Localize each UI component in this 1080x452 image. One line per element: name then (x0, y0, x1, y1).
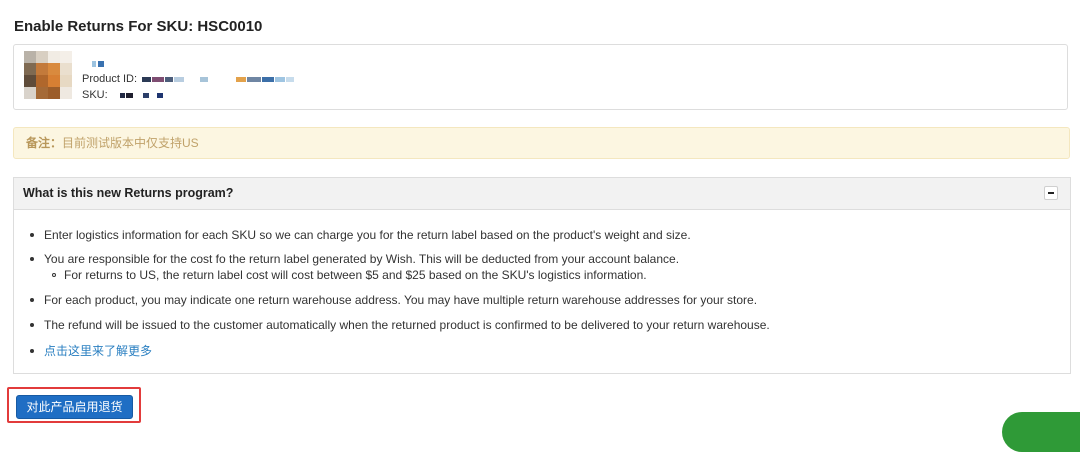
sku-label: SKU: (82, 89, 108, 101)
bullet-icon (30, 348, 34, 353)
collapse-button[interactable] (1044, 186, 1058, 200)
list-item: The refund will be issued to the custome… (30, 318, 770, 332)
list-item-text: You are responsible for the cost fo the … (44, 252, 680, 266)
product-name-redacted (92, 55, 212, 67)
product-id-redacted (142, 73, 295, 85)
product-id-label: Product ID: (82, 73, 138, 85)
note-banner: 备注：目前测试版本中仅支持US (13, 127, 1070, 159)
panel-header: What is this new Returns program? (14, 178, 1070, 210)
returns-program-panel: What is this new Returns program? Enter … (13, 177, 1071, 374)
learn-more-link[interactable]: 点击这里来了解更多 (44, 344, 152, 358)
list-item: You are responsible for the cost fo the … (30, 252, 679, 266)
note-label: 备注： (26, 136, 63, 150)
bullet-icon (30, 256, 34, 261)
list-item: For each product, you may indicate one r… (30, 293, 757, 307)
panel-title: What is this new Returns program? (23, 186, 234, 200)
list-item: Enter logistics information for each SKU… (30, 228, 691, 242)
page-title: Enable Returns For SKU: HSC0010 (14, 18, 263, 35)
list-item-text: For each product, you may indicate one r… (44, 293, 758, 307)
bullet-icon (30, 322, 34, 327)
list-item: 点击这里来了解更多 (30, 342, 152, 359)
product-thumbnail (24, 51, 72, 99)
minus-icon (1048, 192, 1054, 194)
list-item-text: Enter logistics information for each SKU… (44, 228, 691, 242)
circle-bullet-icon (52, 272, 56, 277)
enable-returns-button[interactable]: 对此产品启用退货 (16, 395, 133, 419)
sub-list-item-text: For returns to US, the return label cost… (64, 268, 647, 282)
product-id-row: Product ID: (82, 73, 295, 85)
list-item-text: The refund will be issued to the custome… (44, 318, 770, 332)
bullet-icon (30, 297, 34, 302)
sub-list-item: For returns to US, the return label cost… (52, 268, 647, 282)
note-text: 目前测试版本中仅支持US (62, 136, 199, 150)
bullet-icon (30, 232, 34, 237)
sku-redacted (112, 89, 164, 101)
chat-widget-button[interactable] (1002, 412, 1080, 452)
product-card: Product ID: SKU: (13, 44, 1068, 110)
sku-row: SKU: (82, 89, 164, 101)
